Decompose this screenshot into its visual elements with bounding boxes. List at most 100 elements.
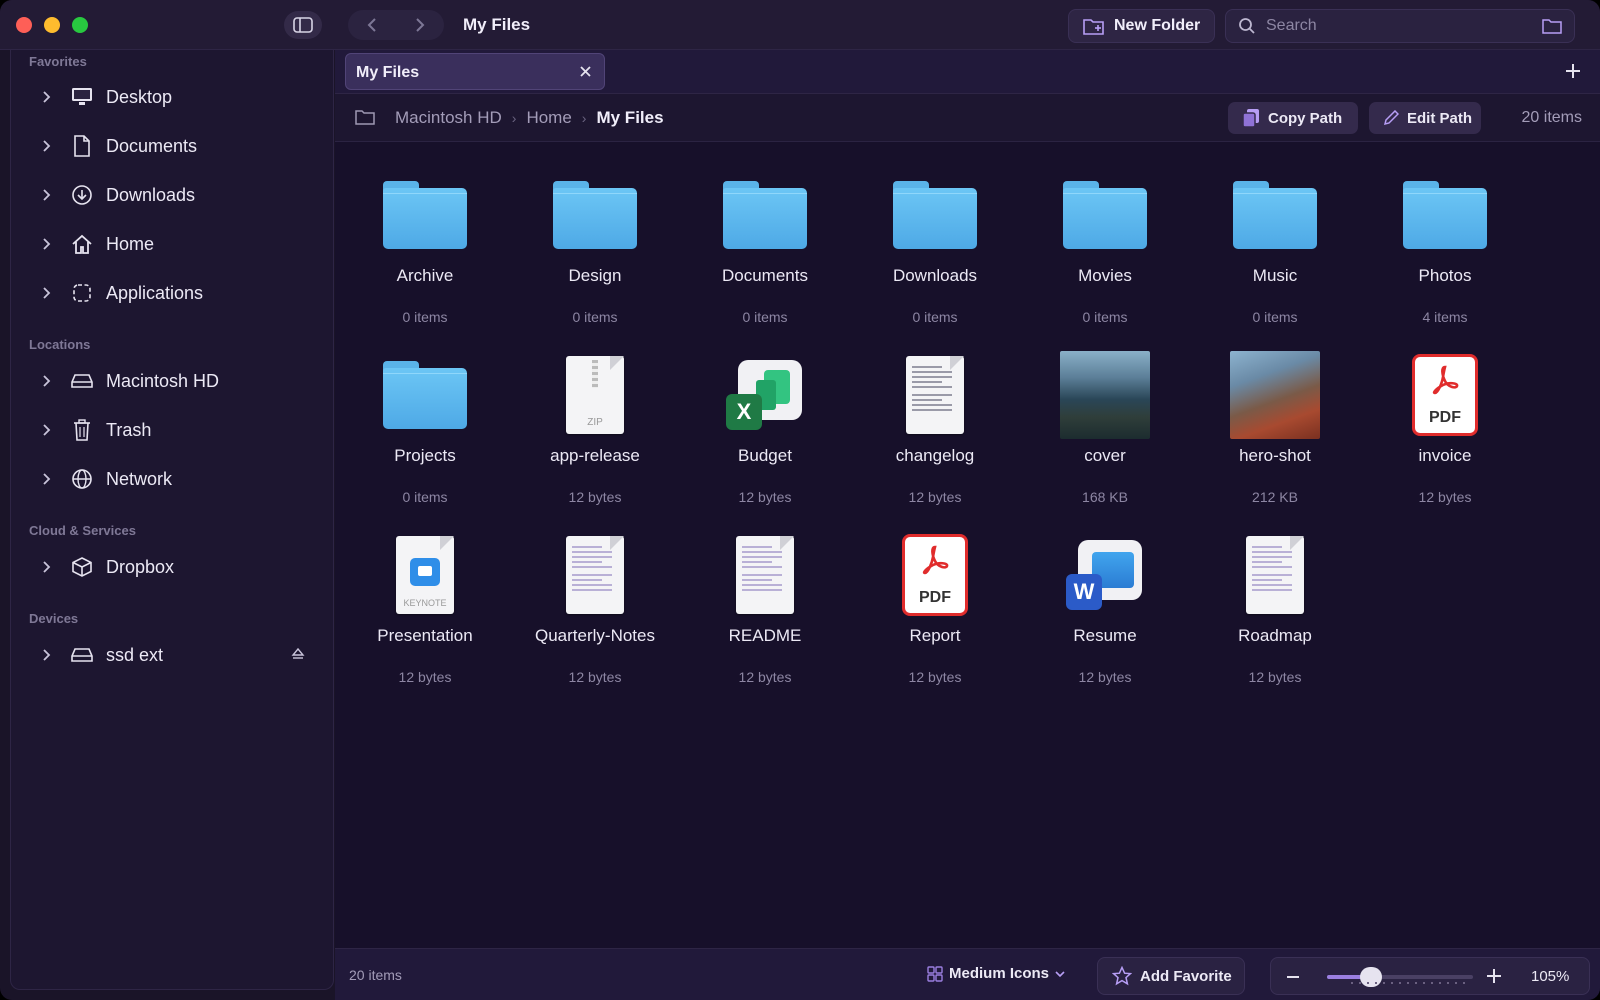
item-count: 20 items — [1521, 109, 1582, 126]
search-input[interactable] — [1266, 17, 1526, 35]
trash-icon — [71, 419, 93, 441]
chevron-right-icon[interactable] — [41, 188, 51, 202]
chevron-right-icon: › — [511, 110, 517, 126]
file-item[interactable]: Archive 0 items — [345, 170, 505, 340]
copy-path-label: Copy Path — [1268, 109, 1343, 127]
breadcrumb-current[interactable]: My Files — [596, 108, 663, 128]
file-name: Quarterly-Notes — [535, 626, 655, 645]
file-meta: 12 bytes — [1248, 669, 1302, 685]
file-item[interactable]: W Resume 12 bytes — [1025, 530, 1185, 700]
chevron-left-icon — [367, 18, 376, 32]
forward-button[interactable] — [396, 10, 444, 40]
chevron-right-icon[interactable] — [41, 374, 51, 388]
excel-badge: X — [726, 394, 762, 430]
folder-icon — [1060, 170, 1150, 260]
sidebar-item-macintosh-hd[interactable]: Macintosh HD — [11, 361, 333, 401]
file-item[interactable]: PDF invoice 12 bytes — [1365, 350, 1525, 520]
file-item[interactable]: Quarterly-Notes 12 bytes — [515, 530, 675, 700]
sidebar-toggle-button[interactable] — [284, 11, 322, 39]
close-icon[interactable] — [579, 65, 592, 78]
search-field[interactable] — [1225, 9, 1575, 43]
sidebar-item-ssd-ext[interactable]: ssd ext — [11, 635, 333, 675]
file-name: hero-shot — [1239, 446, 1311, 465]
sidebar-item-dropbox[interactable]: Dropbox — [11, 547, 333, 587]
status-item-count: 20 items — [349, 967, 402, 983]
tab-label: My Files — [356, 64, 420, 81]
breadcrumb: Macintosh HD › Home › My Files — [395, 108, 664, 128]
folder-icon — [380, 170, 470, 260]
sidebar-item-home[interactable]: Home — [11, 224, 333, 264]
chevron-right-icon[interactable] — [41, 90, 51, 104]
chevron-right-icon[interactable] — [41, 237, 51, 251]
chevron-right-icon — [416, 18, 425, 32]
file-meta: 12 bytes — [568, 489, 622, 505]
file-item[interactable]: README 12 bytes — [685, 530, 845, 700]
file-item[interactable]: X Budget 12 bytes — [685, 350, 845, 520]
file-item[interactable]: Movies 0 items — [1025, 170, 1185, 340]
file-item[interactable]: Downloads 0 items — [855, 170, 1015, 340]
file-meta: 0 items — [742, 309, 788, 325]
file-name: Report — [909, 626, 961, 645]
minimize-window-button[interactable] — [44, 17, 60, 33]
star-icon — [1112, 966, 1132, 986]
view-mode-select[interactable]: Medium Icons — [927, 965, 1065, 982]
sidebar-item-downloads[interactable]: Downloads — [11, 175, 333, 215]
navigation-buttons — [348, 10, 444, 40]
zoom-slider[interactable] — [1327, 967, 1473, 987]
plus-icon[interactable] — [1564, 62, 1582, 80]
folder-icon — [355, 110, 375, 125]
file-item[interactable]: ZIP app-release 12 bytes — [515, 350, 675, 520]
file-item[interactable]: hero-shot 212 KB — [1195, 350, 1355, 520]
new-folder-button[interactable]: New Folder — [1068, 9, 1215, 43]
breadcrumb-home[interactable]: Home — [526, 108, 571, 128]
word-file-icon: W — [1060, 530, 1150, 620]
file-meta: 168 KB — [1082, 489, 1128, 505]
breadcrumb-macintosh-hd[interactable]: Macintosh HD — [395, 108, 502, 128]
home-icon — [71, 233, 93, 255]
sidebar-item-trash[interactable]: Trash — [11, 410, 333, 450]
eject-icon[interactable] — [291, 647, 305, 661]
sidebar-item-applications[interactable]: Applications — [11, 273, 333, 313]
chevron-right-icon[interactable] — [41, 648, 51, 662]
sidebar-item-label: ssd ext — [106, 645, 164, 665]
file-name: Archive — [396, 266, 454, 285]
file-item[interactable]: Photos 4 items — [1365, 170, 1525, 340]
word-badge: W — [1066, 574, 1102, 610]
sidebar-item-label: Applications — [106, 283, 204, 303]
back-button[interactable] — [348, 10, 396, 40]
chevron-right-icon[interactable] — [41, 286, 51, 300]
sidebar-item-documents[interactable]: Documents — [11, 126, 333, 166]
file-item[interactable]: KEYNOTE Presentation 12 bytes — [345, 530, 505, 700]
new-folder-label: New Folder — [1114, 17, 1201, 34]
file-item[interactable]: PDF Report 12 bytes — [855, 530, 1015, 700]
zoom-slider-thumb[interactable] — [1359, 967, 1382, 987]
zoom-window-button[interactable] — [72, 17, 88, 33]
file-name: Presentation — [377, 626, 473, 645]
file-item[interactable]: cover 168 KB — [1025, 350, 1185, 520]
folder-icon — [550, 170, 640, 260]
chevron-right-icon[interactable] — [41, 472, 51, 486]
file-item[interactable]: Projects 0 items — [345, 350, 505, 520]
chevron-right-icon[interactable] — [41, 423, 51, 437]
search-icon — [1239, 18, 1255, 34]
file-meta: 12 bytes — [738, 669, 792, 685]
edit-path-button[interactable]: Edit Path — [1369, 102, 1481, 134]
tab-my-files[interactable]: My Files — [345, 53, 605, 90]
sidebar-item-network[interactable]: Network — [11, 459, 333, 499]
add-favorite-button[interactable]: Add Favorite — [1097, 957, 1245, 995]
copy-path-button[interactable]: Copy Path — [1228, 102, 1358, 134]
close-window-button[interactable] — [16, 17, 32, 33]
file-meta: 12 bytes — [1078, 669, 1132, 685]
sidebar-item-desktop[interactable]: Desktop — [11, 77, 333, 117]
file-item[interactable]: Music 0 items — [1195, 170, 1355, 340]
file-meta: 0 items — [572, 309, 618, 325]
chevron-right-icon[interactable] — [41, 139, 51, 153]
file-item[interactable]: Documents 0 items — [685, 170, 845, 340]
folder-scope-icon[interactable] — [1542, 18, 1562, 34]
file-item[interactable]: Roadmap 12 bytes — [1195, 530, 1355, 700]
file-item[interactable]: changelog 12 bytes — [855, 350, 1015, 520]
file-item[interactable]: Design 0 items — [515, 170, 675, 340]
chevron-right-icon[interactable] — [41, 560, 51, 574]
zoom-out-icon[interactable] — [1285, 967, 1301, 987]
zoom-in-icon[interactable] — [1485, 966, 1503, 986]
